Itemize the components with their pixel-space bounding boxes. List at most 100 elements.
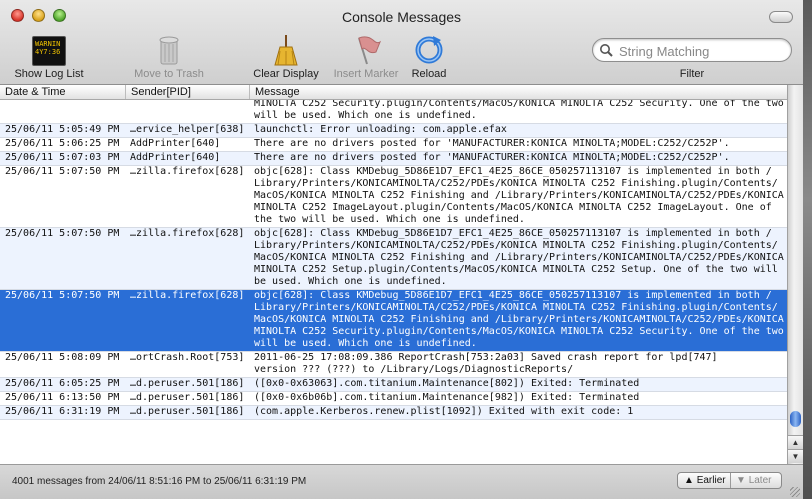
later-label: Later — [748, 475, 772, 486]
row-date: 25/06/11 6:31:19 PM — [5, 406, 120, 417]
flag-icon — [349, 34, 383, 66]
row-sender: AddPrinter[640] — [130, 152, 221, 163]
status-bar: 4001 messages from 24/06/11 8:51:16 PM t… — [0, 464, 803, 499]
console-log-icon: WARNIN 4Y7:36 — [32, 36, 66, 66]
search-field[interactable] — [592, 38, 792, 62]
scroll-up-button[interactable]: ▲ — [788, 435, 803, 449]
window-title: Console Messages — [341, 9, 462, 25]
row-message: There are no drivers posted for 'MANUFAC… — [254, 138, 785, 150]
row-message: There are no drivers posted for 'MANUFAC… — [254, 152, 785, 164]
message-line: MacOS/KONICA MINOLTA C252 Finishing and … — [254, 252, 784, 263]
message-line: There are no drivers posted for 'MANUFAC… — [254, 152, 730, 163]
column-header-sender[interactable]: Sender[PID] — [126, 85, 250, 99]
message-line: 2011-06-25 17:08:09.386 ReportCrash[753:… — [254, 352, 718, 363]
up-arrow-icon: ▲ — [684, 475, 694, 486]
row-date: 25/06/11 5:06:25 PM — [5, 138, 120, 149]
row-message: ([0x0-0x6b06b].com.titanium.Maintenance[… — [254, 392, 785, 404]
message-line: MINOLTA C252 Security.plugin/Contents/Ma… — [254, 100, 784, 109]
row-date: 25/06/11 5:07:50 PM — [5, 228, 120, 239]
message-line: Library/Printers/KONICAMINOLTA/C252/PDEs… — [254, 240, 778, 251]
message-table[interactable]: MINOLTA C252 Security.plugin/Contents/Ma… — [0, 100, 787, 464]
message-line: MacOS/KONICA MINOLTA C252 Finishing and … — [254, 190, 784, 201]
insert-marker-label: Insert Marker — [333, 68, 399, 80]
table-header: Date & Time Sender[PID] Message — [0, 85, 787, 100]
message-line: Library/Printers/KONICAMINOLTA/C252/PDEs… — [254, 178, 778, 189]
broom-icon — [269, 34, 303, 66]
search-input[interactable] — [617, 42, 789, 60]
reload-label: Reload — [411, 68, 447, 80]
row-message: ([0x0-0x63063].com.titanium.Maintenance[… — [254, 378, 785, 390]
message-count: 4001 messages from 24/06/11 8:51:16 PM t… — [12, 476, 307, 487]
row-sender: …d.peruser.501[186] — [130, 406, 245, 417]
trash-icon — [152, 34, 186, 66]
row-sender: …zilla.firefox[628] — [130, 166, 245, 177]
message-line: MINOLTA C252 Setup.plugin/Contents/MacOS… — [254, 264, 778, 275]
column-header-message[interactable]: Message — [250, 85, 787, 99]
row-sender: …ortCrash.Root[753] — [130, 352, 245, 363]
row-message: objc[628]: Class KMDebug_5D86E1D7_EFC1_4… — [254, 228, 785, 288]
move-to-trash-button[interactable]: Move to Trash — [128, 34, 210, 80]
earlier-label: Earlier — [696, 475, 726, 486]
row-date: 25/06/11 5:07:03 PM — [5, 152, 120, 163]
console-window: Console Messages WARNIN 4Y7:36 Show Log … — [0, 0, 803, 499]
message-line: version ??? (???) to /Library/Logs/Diagn… — [254, 364, 574, 375]
table-row[interactable]: 25/06/11 5:05:49 PM …ervice_helper[638] la… — [0, 124, 787, 138]
message-line: objc[628]: Class KMDebug_5D86E1D7_EFC1_4… — [254, 166, 772, 177]
row-message: objc[628]: Class KMDebug_5D86E1D7_EFC1_4… — [254, 290, 785, 350]
message-line: objc[628]: Class KMDebug_5D86E1D7_EFC1_4… — [254, 290, 772, 301]
row-sender: AddPrinter[640] — [130, 138, 221, 149]
row-sender: …zilla.firefox[628] — [130, 290, 245, 301]
desktop-background — [803, 0, 812, 499]
earlier-later-control: ▲ Earlier ▼ Later — [677, 472, 782, 489]
table-row[interactable]: 25/06/11 5:07:50 PM …zilla.firefox[628] ob… — [0, 290, 787, 352]
row-date: 25/06/11 5:05:49 PM — [5, 124, 120, 135]
message-line: launchctl: Error unloading: com.apple.ef… — [254, 124, 507, 135]
message-line: will be used. Which one is undefined. — [254, 110, 477, 121]
resize-grip[interactable] — [790, 487, 800, 497]
row-sender: …ervice_helper[638] — [130, 124, 245, 135]
clear-display-label: Clear Display — [253, 68, 319, 80]
table-row[interactable]: MINOLTA C252 Security.plugin/Contents/Ma… — [0, 100, 787, 124]
row-sender: …zilla.firefox[628] — [130, 228, 245, 239]
message-line: the two will be used. Which one is undef… — [254, 214, 525, 225]
message-line: be used. Which one is undefined. — [254, 276, 447, 287]
column-header-date[interactable]: Date & Time — [0, 85, 126, 99]
row-sender: …d.peruser.501[186] — [130, 378, 245, 389]
vertical-scrollbar[interactable]: ▲ ▼ — [787, 85, 803, 464]
later-button[interactable]: ▼ Later — [736, 474, 771, 488]
table-row[interactable]: 25/06/11 5:08:09 PM …ortCrash.Root[753] 20… — [0, 352, 787, 378]
toolbar: Console Messages WARNIN 4Y7:36 Show Log … — [0, 0, 803, 85]
show-log-list-button[interactable]: WARNIN 4Y7:36 Show Log List — [10, 34, 88, 80]
move-to-trash-label: Move to Trash — [134, 68, 204, 80]
down-arrow-icon: ▼ — [736, 475, 746, 486]
row-message: objc[628]: Class KMDebug_5D86E1D7_EFC1_4… — [254, 166, 785, 226]
row-date: 25/06/11 5:07:50 PM — [5, 290, 120, 301]
message-line: will be used. Which one is undefined. — [254, 338, 477, 349]
message-line: MacOS/KONICA MINOLTA C252 Finishing and … — [254, 314, 784, 325]
clear-display-button[interactable]: Clear Display — [248, 34, 324, 80]
table-row[interactable]: 25/06/11 6:05:25 PM …d.peruser.501[186] ([… — [0, 378, 787, 392]
message-line: MINOLTA C252 ImageLayout.plugin/Contents… — [254, 202, 772, 213]
table-row[interactable]: 25/06/11 5:07:03 PM AddPrinter[640] There … — [0, 152, 787, 166]
table-row[interactable]: 25/06/11 6:31:19 PM …d.peruser.501[186] (c… — [0, 406, 787, 420]
filter-label: Filter — [679, 68, 705, 80]
message-line: Library/Printers/KONICAMINOLTA/C252/PDEs… — [254, 302, 778, 313]
insert-marker-button[interactable]: Insert Marker — [328, 34, 404, 80]
button-divider — [730, 473, 731, 488]
reload-button[interactable]: Reload — [406, 34, 452, 80]
table-row[interactable]: 25/06/11 6:13:50 PM …d.peruser.501[186] ([… — [0, 392, 787, 406]
message-line: ([0x0-0x6b06b].com.titanium.Maintenance[… — [254, 392, 640, 403]
message-line: objc[628]: Class KMDebug_5D86E1D7_EFC1_4… — [254, 228, 772, 239]
toolbar-toggle-button[interactable] — [769, 11, 793, 23]
table-row[interactable]: 25/06/11 5:07:50 PM …zilla.firefox[628] ob… — [0, 228, 787, 290]
table-row[interactable]: 25/06/11 5:06:25 PM AddPrinter[640] There … — [0, 138, 787, 152]
table-row[interactable]: 25/06/11 5:07:50 PM …zilla.firefox[628] ob… — [0, 166, 787, 228]
row-sender: …d.peruser.501[186] — [130, 392, 245, 403]
row-date: 25/06/11 5:07:50 PM — [5, 166, 120, 177]
message-line: ([0x0-0x63063].com.titanium.Maintenance[… — [254, 378, 640, 389]
row-message: (com.apple.Kerberos.renew.plist[1092]) E… — [254, 406, 785, 418]
scroll-down-button[interactable]: ▼ — [788, 449, 803, 463]
earlier-button[interactable]: ▲ Earlier — [684, 474, 726, 488]
row-message: MINOLTA C252 Security.plugin/Contents/Ma… — [254, 100, 785, 122]
scrollbar-thumb[interactable] — [790, 411, 801, 427]
